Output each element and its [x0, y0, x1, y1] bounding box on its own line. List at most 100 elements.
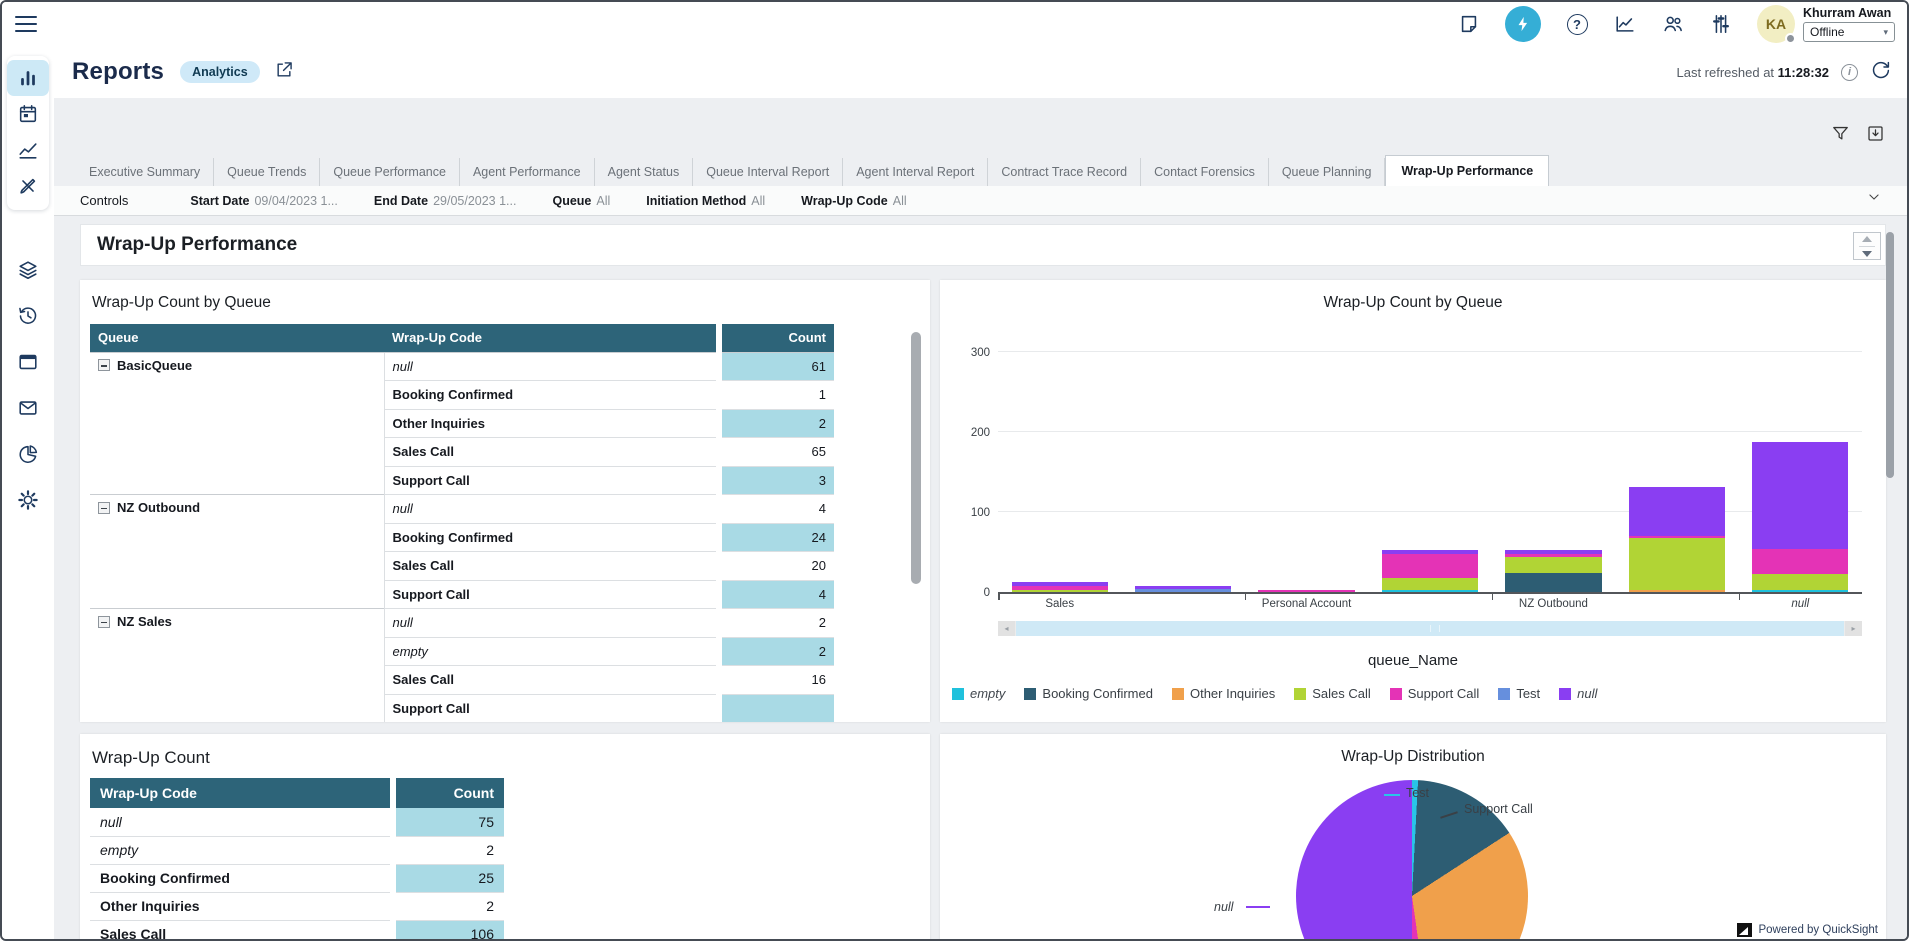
bar-chart-legend: empty Booking Confirmed Other Inquiries Sal…: [952, 686, 1597, 701]
collapse-group-icon[interactable]: [98, 616, 110, 628]
filter-wrap-up-code[interactable]: Wrap-Up CodeAll: [801, 194, 906, 208]
pivot-queue-cell: [90, 381, 384, 410]
page-title: Reports: [72, 58, 164, 86]
bar-chart-axis-title: queue_Name: [940, 652, 1886, 669]
tab-agent-interval-report[interactable]: Agent Interval Report: [843, 158, 988, 187]
controls-expand-chevron-icon[interactable]: [1865, 190, 1883, 209]
sidebar-item-reports[interactable]: [7, 60, 49, 96]
x-tick-label: Personal Account: [1262, 598, 1352, 610]
app-window: ? KA Khurram Awan Offline ▾: [0, 0, 1909, 941]
pivot-code-cell: null: [384, 352, 716, 381]
tab-wrap-up-performance[interactable]: Wrap-Up Performance: [1385, 155, 1549, 187]
pivot-col-code[interactable]: Wrap-Up Code: [384, 324, 716, 352]
tab-queue-planning[interactable]: Queue Planning: [1269, 158, 1386, 187]
tab-contract-trace-record[interactable]: Contract Trace Record: [988, 158, 1141, 187]
tab-queue-interval-report[interactable]: Queue Interval Report: [693, 158, 843, 187]
legend-swatch: [1294, 688, 1306, 700]
table-row: NZ Salesnull2: [90, 609, 834, 638]
tab-executive-summary[interactable]: Executive Summary: [76, 158, 214, 187]
dashboard-vertical-scrollbar[interactable]: [1886, 232, 1894, 478]
pivot-queue-cell: [90, 637, 384, 666]
sidebar-item-design[interactable]: [7, 168, 49, 204]
stacked-bar-unlabeled[interactable]: [1382, 550, 1478, 592]
sidebar-item-window[interactable]: [7, 344, 49, 380]
pivot-col-queue[interactable]: Queue: [90, 324, 384, 352]
legend-item-test[interactable]: Test: [1498, 686, 1540, 701]
tab-contact-forensics[interactable]: Contact Forensics: [1141, 158, 1269, 187]
quick-actions-bolt-icon[interactable]: [1505, 6, 1541, 42]
legend-item-booking-confirmed[interactable]: Booking Confirmed: [1024, 686, 1153, 701]
sidebar-item-layers[interactable]: [7, 252, 49, 288]
status-value: Offline: [1810, 25, 1844, 39]
pivot-table-scrollbar[interactable]: [911, 332, 921, 584]
x-scrollbar-thumb[interactable]: [1016, 621, 1844, 636]
stacked-bar-unlabeled[interactable]: [1629, 487, 1725, 592]
tab-queue-trends[interactable]: Queue Trends: [214, 158, 320, 187]
collapse-group-icon[interactable]: [98, 359, 110, 371]
spin-down-icon[interactable]: [1862, 251, 1872, 257]
collapse-group-icon[interactable]: [98, 502, 110, 514]
sidebar-item-mail[interactable]: [7, 390, 49, 426]
sidebar-item-schedule[interactable]: [7, 96, 49, 132]
tab-agent-status[interactable]: Agent Status: [595, 158, 694, 187]
filter-start-date[interactable]: Start Date09/04/2023 1...: [190, 194, 337, 208]
calendar-icon: [17, 103, 39, 125]
sheet-title: Wrap-Up Performance: [97, 234, 297, 256]
legend-item-sales-call[interactable]: Sales Call: [1294, 686, 1371, 701]
notes-icon[interactable]: [1457, 12, 1481, 36]
queue-group: BasicQueue: [98, 358, 376, 373]
pivot-count-cell: 2: [722, 637, 834, 666]
scroll-left-arrow-icon[interactable]: ◂: [998, 621, 1015, 636]
count-col-code[interactable]: Wrap-Up Code: [90, 778, 390, 808]
sidebar-item-analytics[interactable]: [7, 132, 49, 168]
sidebar-item-pie-reports[interactable]: [7, 436, 49, 472]
queue-name: BasicQueue: [117, 358, 192, 373]
avatar[interactable]: KA: [1757, 5, 1795, 43]
stacked-bar-unlabeled[interactable]: [1135, 586, 1231, 592]
sidebar-item-history[interactable]: [7, 298, 49, 334]
filter-icon[interactable]: [1831, 124, 1850, 143]
pivot-code-cell: null: [384, 495, 716, 524]
pivot-count-cell: 2: [722, 409, 834, 438]
count-code-cell: Other Inquiries: [90, 892, 390, 920]
count-count-cell: 25: [396, 864, 504, 892]
hamburger-menu-icon[interactable]: [15, 16, 37, 32]
bar-chart-x-scrollbar[interactable]: ◂ ▸: [998, 621, 1862, 636]
metrics-icon[interactable]: [1613, 12, 1637, 36]
tab-agent-performance[interactable]: Agent Performance: [460, 158, 595, 187]
filter-value: 09/04/2023 1...: [254, 194, 337, 208]
filter-initiation-method[interactable]: Initiation MethodAll: [646, 194, 765, 208]
stacked-bar-Personal Account[interactable]: [1258, 590, 1354, 592]
spin-up-icon[interactable]: [1862, 236, 1872, 242]
filter-end-date[interactable]: End Date29/05/2023 1...: [374, 194, 517, 208]
filter-value: 29/05/2023 1...: [433, 194, 516, 208]
legend-item-empty[interactable]: empty: [952, 686, 1005, 701]
legend-swatch: [1172, 688, 1184, 700]
status-dropdown[interactable]: Offline ▾: [1803, 22, 1895, 42]
pivot-code-cell: Sales Call: [384, 666, 716, 695]
legend-item-support-call[interactable]: Support Call: [1390, 686, 1480, 701]
open-external-icon[interactable]: [274, 60, 294, 85]
pivot-col-count[interactable]: Count: [722, 324, 834, 352]
export-icon[interactable]: [1866, 124, 1885, 143]
sidebar-item-settings[interactable]: [7, 482, 49, 518]
agents-icon[interactable]: [1661, 12, 1685, 36]
filter-queue[interactable]: QueueAll: [552, 194, 610, 208]
table-row: Other Inquiries2: [90, 892, 504, 920]
stacked-bar-null[interactable]: [1752, 442, 1848, 592]
legend-item-other-inquiries[interactable]: Other Inquiries: [1172, 686, 1275, 701]
table-row: Sales Call16: [90, 666, 834, 695]
settings-sliders-icon[interactable]: [1709, 12, 1733, 36]
scroll-right-arrow-icon[interactable]: ▸: [1845, 621, 1862, 636]
count-table-title: Wrap-Up Count: [80, 734, 930, 768]
table-row: Booking Confirmed24: [90, 523, 834, 552]
refresh-icon[interactable]: [1870, 59, 1891, 85]
legend-item-null[interactable]: null: [1559, 686, 1597, 701]
tab-queue-performance[interactable]: Queue Performance: [320, 158, 460, 187]
info-icon[interactable]: i: [1841, 64, 1858, 81]
stacked-bar-NZ Outbound[interactable]: [1505, 550, 1601, 592]
help-icon[interactable]: ?: [1565, 12, 1589, 36]
count-col-count[interactable]: Count: [396, 778, 504, 808]
filter-value: All: [893, 194, 907, 208]
stacked-bar-Sales[interactable]: [1012, 582, 1108, 592]
